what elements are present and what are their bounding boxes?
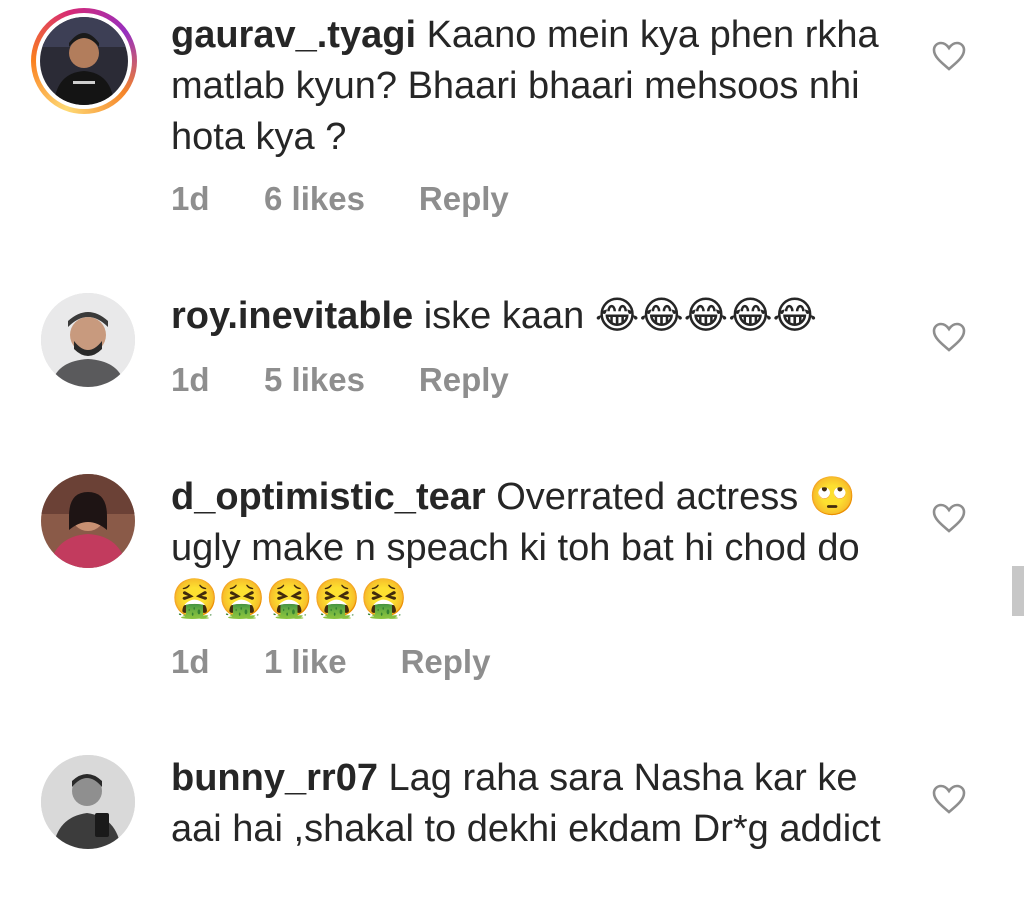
profile-photo bbox=[41, 755, 135, 849]
likes-count[interactable]: 1 like bbox=[264, 643, 347, 681]
heart-outline-icon[interactable] bbox=[932, 322, 966, 352]
comment-body: iske kaan bbox=[423, 295, 585, 337]
emoji: 🤮 bbox=[171, 578, 219, 620]
comment-body: ugly make n speach ki toh bat hi chod do bbox=[171, 527, 860, 569]
emoji: 🙄 bbox=[808, 476, 857, 518]
comment-text: d_optimistic_tear Overrated actress 🙄 ug… bbox=[171, 472, 891, 625]
emoji: 😂 bbox=[683, 295, 729, 337]
emoji: 🤮 bbox=[218, 578, 266, 620]
avatar[interactable] bbox=[31, 8, 137, 114]
comment-body: Overrated actress bbox=[496, 476, 799, 518]
likes-count[interactable]: 5 likes bbox=[264, 361, 365, 399]
scrollbar-thumb[interactable] bbox=[1012, 566, 1024, 616]
reply-button[interactable]: Reply bbox=[419, 180, 509, 218]
emoji: 🤮 bbox=[265, 578, 313, 620]
emoji: 😂 bbox=[639, 295, 684, 337]
username[interactable]: bunny_rr07 bbox=[171, 757, 378, 799]
comment-text: gaurav_.tyagi Kaano mein kya phen rkha m… bbox=[171, 10, 891, 163]
comment-text: roy.inevitable iske kaan 😂😂😂😂😂 bbox=[171, 291, 891, 342]
avatar[interactable] bbox=[41, 755, 135, 849]
comment-meta: 1d 6 likes Reply bbox=[171, 180, 509, 218]
heart-outline-icon[interactable] bbox=[932, 503, 966, 533]
comment-meta: 1d 5 likes Reply bbox=[171, 361, 509, 399]
emoji: 🤮 bbox=[312, 578, 361, 620]
emoji: 🤮 bbox=[360, 578, 408, 620]
heart-outline-icon[interactable] bbox=[932, 41, 966, 71]
heart-outline-icon[interactable] bbox=[932, 784, 966, 814]
emoji: 😂 bbox=[772, 295, 817, 337]
comment-text: bunny_rr07 Lag raha sara Nasha kar ke aa… bbox=[171, 753, 891, 855]
reply-button[interactable]: Reply bbox=[419, 361, 509, 399]
avatar[interactable] bbox=[41, 474, 135, 568]
likes-count[interactable]: 6 likes bbox=[264, 180, 365, 218]
profile-photo bbox=[41, 474, 135, 568]
username[interactable]: roy.inevitable bbox=[171, 295, 413, 337]
emoji: 😂 bbox=[594, 295, 640, 337]
comment-meta: 1d 1 like Reply bbox=[171, 643, 490, 681]
profile-photo bbox=[41, 293, 135, 387]
username[interactable]: d_optimistic_tear bbox=[171, 476, 486, 518]
profile-photo bbox=[40, 17, 128, 105]
emoji: 😂 bbox=[728, 295, 773, 337]
reply-button[interactable]: Reply bbox=[401, 643, 491, 681]
username[interactable]: gaurav_.tyagi bbox=[171, 14, 416, 56]
timestamp: 1d bbox=[171, 361, 210, 398]
avatar[interactable] bbox=[41, 293, 135, 387]
timestamp: 1d bbox=[171, 180, 210, 217]
timestamp: 1d bbox=[171, 643, 210, 680]
